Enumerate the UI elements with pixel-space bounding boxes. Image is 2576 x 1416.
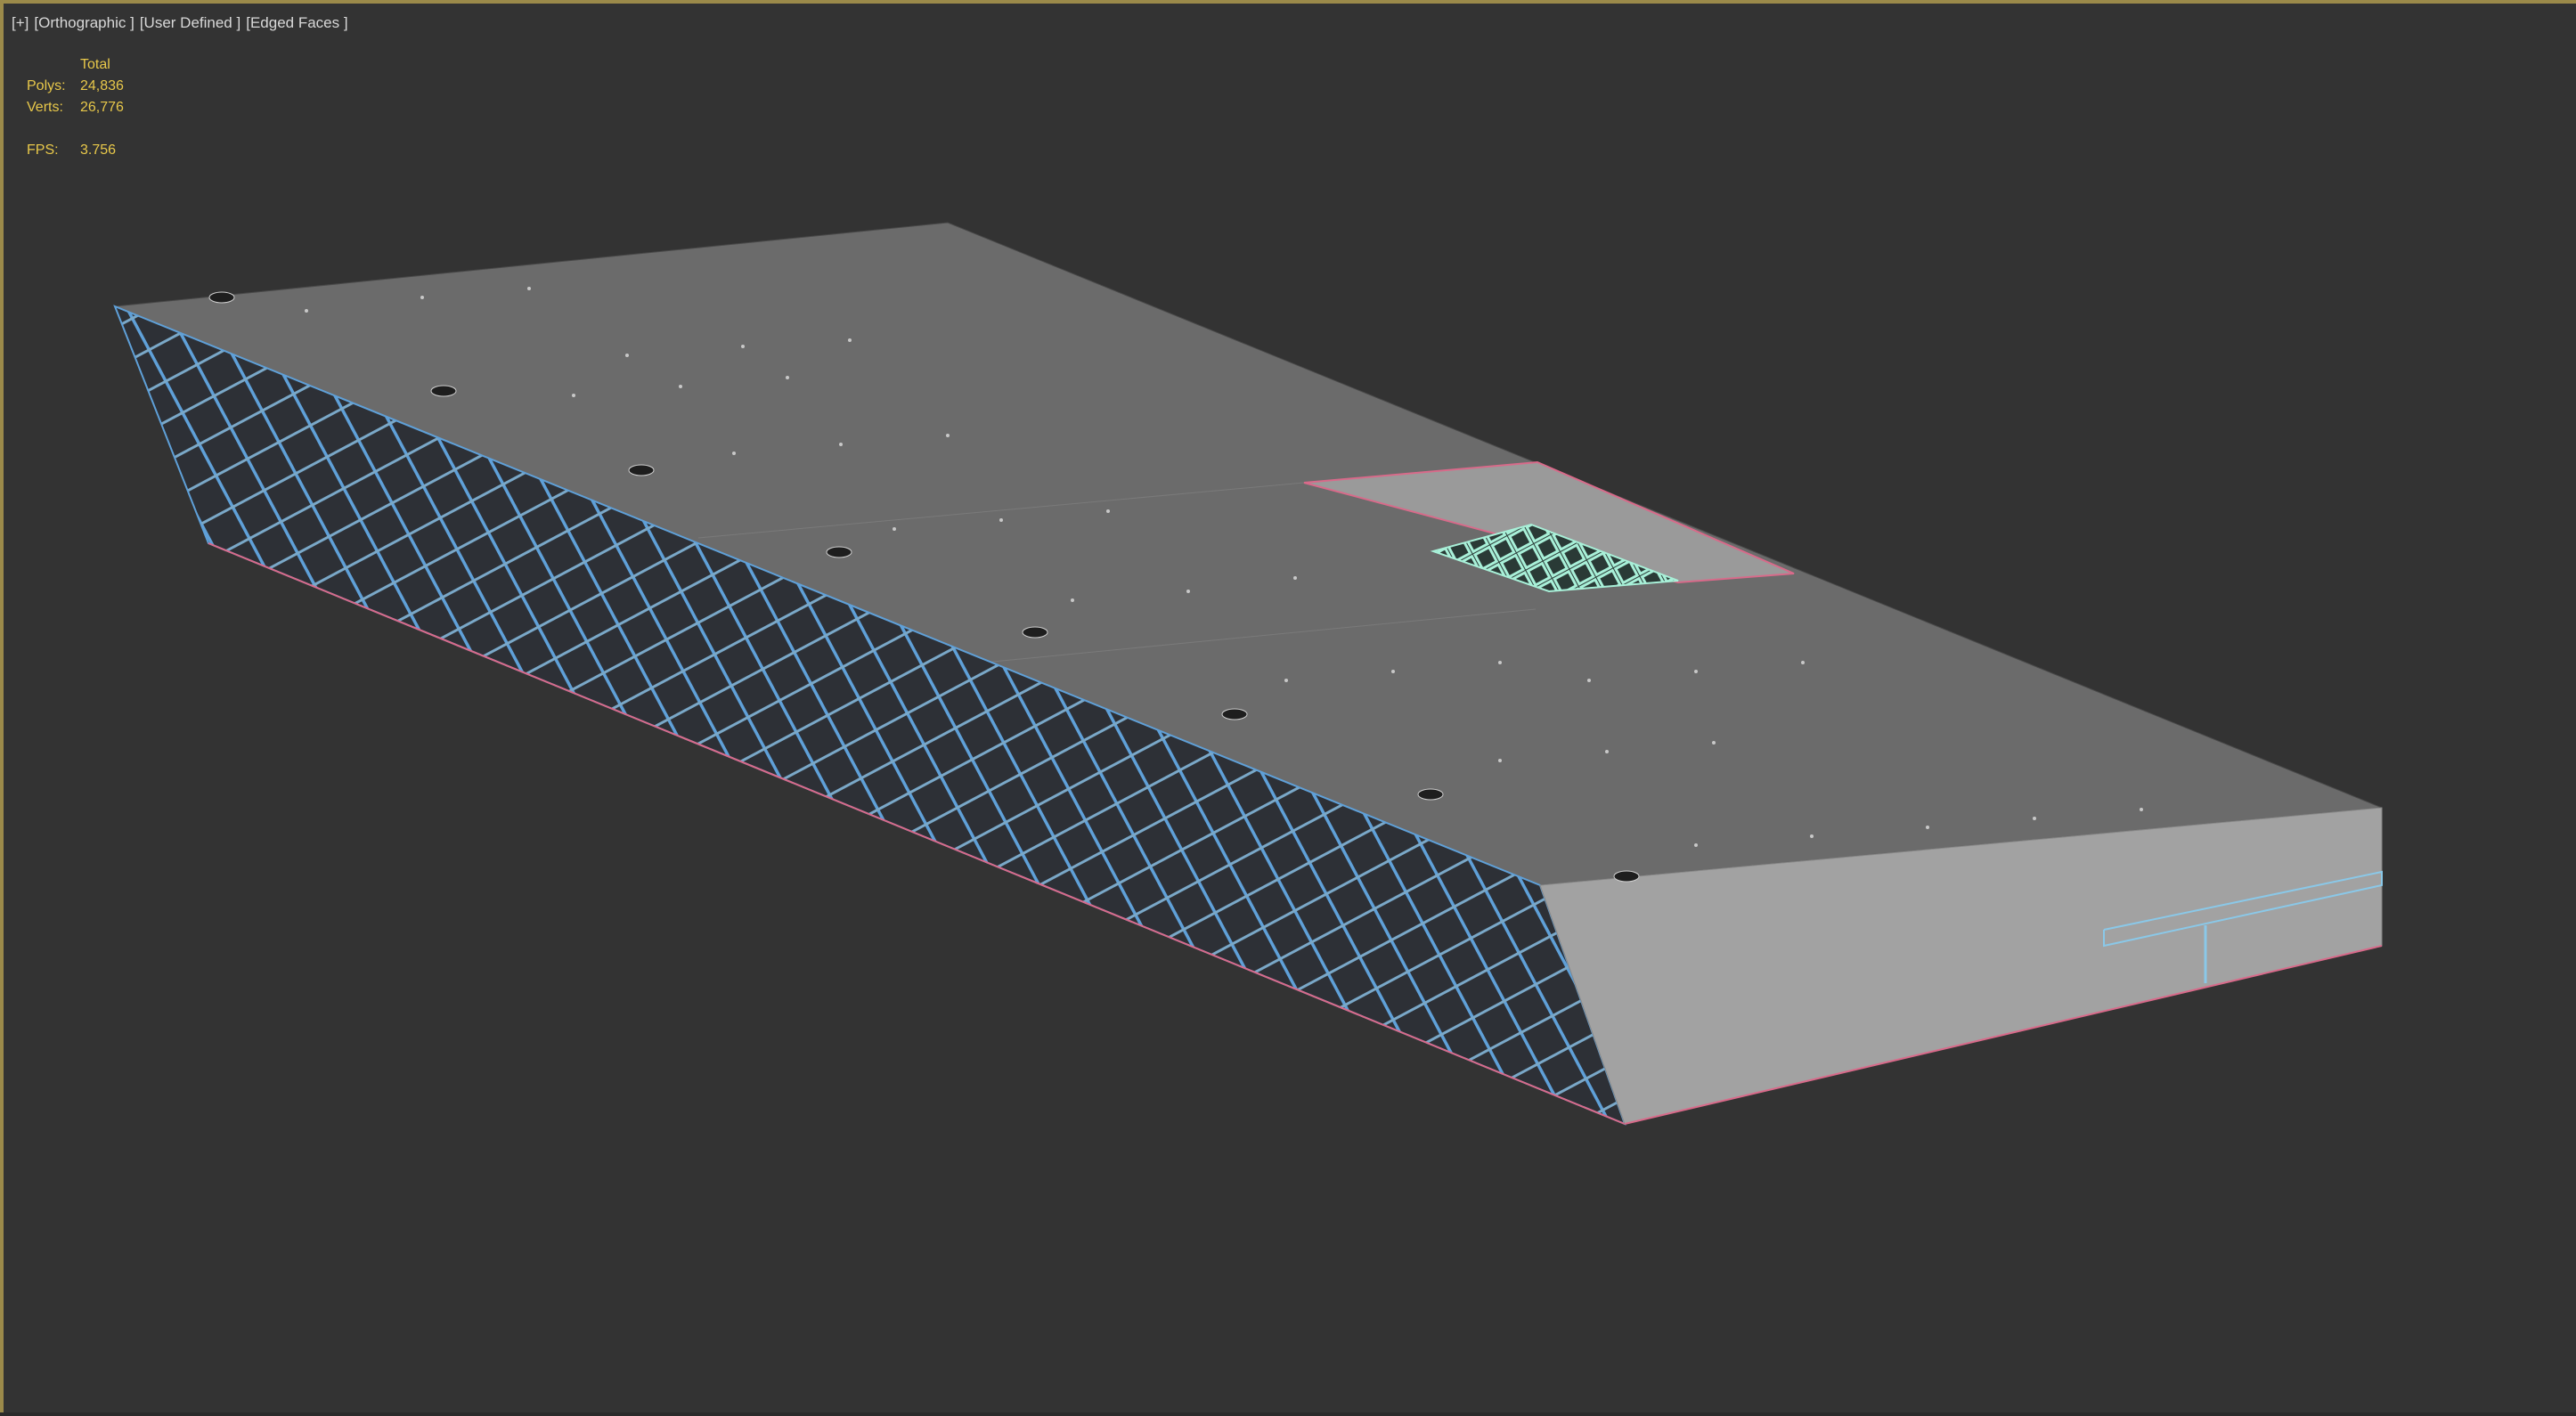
roof-vent <box>1417 788 1444 801</box>
roof-vent <box>1221 708 1248 720</box>
viewport-menu-plus[interactable]: [+] <box>12 14 29 32</box>
viewport-view-menu[interactable]: [Orthographic ] <box>34 14 134 32</box>
polys-label: Polys: <box>27 78 66 94</box>
viewport-shading-menu[interactable]: [User Defined ] <box>140 14 240 32</box>
roof-vent <box>1022 626 1048 639</box>
verts-value: 26,776 <box>80 100 124 115</box>
viewport-label[interactable]: [+] [Orthographic ] [User Defined ] [Edg… <box>12 14 348 32</box>
3d-scene[interactable] <box>4 4 2576 1416</box>
verts-label: Verts: <box>27 100 63 115</box>
perspective-viewport[interactable]: [+] [Orthographic ] [User Defined ] [Edg… <box>0 0 2576 1412</box>
fps-label: FPS: <box>27 142 59 158</box>
fps-value: 3.756 <box>80 142 117 158</box>
roof-vent <box>1613 870 1640 883</box>
roof-vent <box>208 291 235 304</box>
viewport-display-menu[interactable]: [Edged Faces ] <box>246 14 347 32</box>
stats-header: Total <box>80 57 110 72</box>
polys-value: 24,836 <box>80 78 124 94</box>
roof-vent <box>826 546 852 558</box>
roof-vent <box>430 385 457 397</box>
roof-vent <box>628 464 655 476</box>
